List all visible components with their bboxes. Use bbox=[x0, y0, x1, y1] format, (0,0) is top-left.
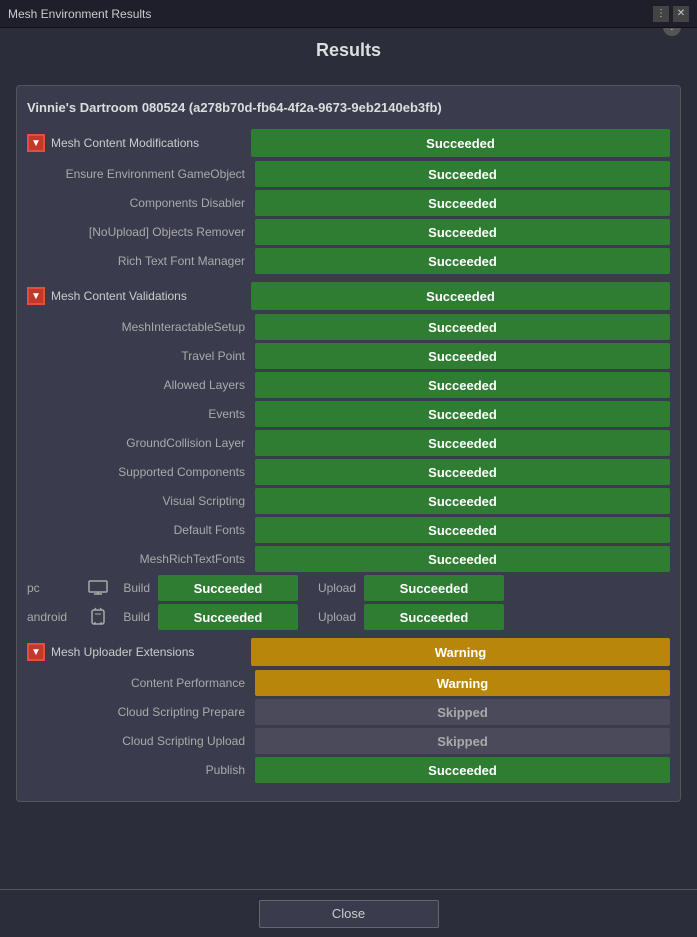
platform-row-pc: pc Build Succeeded Upload Succeeded bbox=[27, 575, 670, 601]
toggle-modifications[interactable]: ▼ bbox=[27, 134, 45, 152]
item-label: Allowed Layers bbox=[27, 378, 255, 392]
title-bar: Mesh Environment Results ⋮ ✕ bbox=[0, 0, 697, 28]
item-label: [NoUpload] Objects Remover bbox=[27, 225, 255, 239]
help-button[interactable]: ? bbox=[663, 28, 681, 36]
item-label: Ensure Environment GameObject bbox=[27, 167, 255, 181]
platform-android-upload-label: Upload bbox=[310, 610, 360, 624]
list-item: MeshRichTextFonts Succeeded bbox=[27, 546, 670, 572]
platform-android-build-label: Build bbox=[114, 610, 154, 624]
validations-label: Mesh Content Validations bbox=[51, 289, 251, 303]
item-label: Rich Text Font Manager bbox=[27, 254, 255, 268]
platform-pc-build-status: Succeeded bbox=[158, 575, 298, 601]
modifications-label: Mesh Content Modifications bbox=[51, 136, 251, 150]
platform-pc-label: pc bbox=[27, 581, 82, 595]
item-status: Succeeded bbox=[255, 190, 670, 216]
list-item: Ensure Environment GameObject Succeeded bbox=[27, 161, 670, 187]
extensions-status: Warning bbox=[251, 638, 670, 666]
title-bar-controls: ⋮ ✕ bbox=[653, 6, 689, 22]
section-header-modifications: ▼ Mesh Content Modifications Succeeded bbox=[27, 129, 670, 157]
list-item: Rich Text Font Manager Succeeded bbox=[27, 248, 670, 274]
platform-android-build-status: Succeeded bbox=[158, 604, 298, 630]
more-button[interactable]: ⋮ bbox=[653, 6, 669, 22]
list-item: Default Fonts Succeeded bbox=[27, 517, 670, 543]
close-window-button[interactable]: ✕ bbox=[673, 6, 689, 22]
list-item: Content Performance Warning bbox=[27, 670, 670, 696]
item-status: Succeeded bbox=[255, 219, 670, 245]
item-status: Succeeded bbox=[255, 488, 670, 514]
item-label: Travel Point bbox=[27, 349, 255, 363]
item-status: Succeeded bbox=[255, 343, 670, 369]
page-title: Results bbox=[316, 40, 381, 61]
list-item: Cloud Scripting Prepare Skipped bbox=[27, 699, 670, 725]
platform-row-android: android Build Succeeded Upload Succeeded bbox=[27, 604, 670, 630]
close-button[interactable]: Close bbox=[259, 900, 439, 928]
list-item: Components Disabler Succeeded bbox=[27, 190, 670, 216]
platform-pc-icon bbox=[86, 576, 110, 600]
item-status: Succeeded bbox=[255, 459, 670, 485]
list-item: Publish Succeeded bbox=[27, 757, 670, 783]
list-item: Travel Point Succeeded bbox=[27, 343, 670, 369]
title-bar-left: Mesh Environment Results bbox=[8, 7, 151, 21]
item-label: Supported Components bbox=[27, 465, 255, 479]
item-label: Default Fonts bbox=[27, 523, 255, 537]
item-status: Succeeded bbox=[255, 401, 670, 427]
platform-android-label: android bbox=[27, 610, 82, 624]
list-item: [NoUpload] Objects Remover Succeeded bbox=[27, 219, 670, 245]
content-panel: Vinnie's Dartroom 080524 (a278b70d-fb64-… bbox=[16, 85, 681, 802]
platform-android-icon bbox=[86, 605, 110, 629]
section-header-validations: ▼ Mesh Content Validations Succeeded bbox=[27, 282, 670, 310]
platform-pc-build-label: Build bbox=[114, 581, 154, 595]
list-item: GroundCollision Layer Succeeded bbox=[27, 430, 670, 456]
item-status: Succeeded bbox=[255, 757, 670, 783]
item-label: Content Performance bbox=[27, 676, 255, 690]
item-status: Skipped bbox=[255, 699, 670, 725]
section-header-extensions: ▼ Mesh Uploader Extensions Warning bbox=[27, 638, 670, 666]
section-mesh-content-validations: ▼ Mesh Content Validations Succeeded Mes… bbox=[27, 282, 670, 630]
item-label: MeshInteractableSetup bbox=[27, 320, 255, 334]
item-status: Warning bbox=[255, 670, 670, 696]
item-label: GroundCollision Layer bbox=[27, 436, 255, 450]
toggle-extensions[interactable]: ▼ bbox=[27, 643, 45, 661]
item-label: Cloud Scripting Prepare bbox=[27, 705, 255, 719]
section-mesh-uploader-extensions: ▼ Mesh Uploader Extensions Warning Conte… bbox=[27, 638, 670, 783]
list-item: MeshInteractableSetup Succeeded bbox=[27, 314, 670, 340]
item-label: Events bbox=[27, 407, 255, 421]
list-item: Events Succeeded bbox=[27, 401, 670, 427]
validations-status: Succeeded bbox=[251, 282, 670, 310]
item-status: Succeeded bbox=[255, 372, 670, 398]
section-mesh-content-modifications: ▼ Mesh Content Modifications Succeeded E… bbox=[27, 129, 670, 274]
list-item: Allowed Layers Succeeded bbox=[27, 372, 670, 398]
list-item: Visual Scripting Succeeded bbox=[27, 488, 670, 514]
item-label: Components Disabler bbox=[27, 196, 255, 210]
item-status: Succeeded bbox=[255, 517, 670, 543]
main-container: Results ? Vinnie's Dartroom 080524 (a278… bbox=[0, 28, 697, 889]
platform-pc-upload-status: Succeeded bbox=[364, 575, 504, 601]
item-status: Succeeded bbox=[255, 430, 670, 456]
window-title: Mesh Environment Results bbox=[8, 7, 151, 21]
bottom-bar: Close bbox=[0, 889, 697, 937]
item-status: Skipped bbox=[255, 728, 670, 754]
item-status: Succeeded bbox=[255, 546, 670, 572]
item-label: MeshRichTextFonts bbox=[27, 552, 255, 566]
env-name: Vinnie's Dartroom 080524 (a278b70d-fb64-… bbox=[27, 96, 670, 119]
item-label: Visual Scripting bbox=[27, 494, 255, 508]
platform-pc-upload-label: Upload bbox=[310, 581, 360, 595]
platform-android-upload-status: Succeeded bbox=[364, 604, 504, 630]
item-status: Succeeded bbox=[255, 161, 670, 187]
list-item: Supported Components Succeeded bbox=[27, 459, 670, 485]
toggle-validations[interactable]: ▼ bbox=[27, 287, 45, 305]
modifications-status: Succeeded bbox=[251, 129, 670, 157]
item-label: Publish bbox=[27, 763, 255, 777]
item-status: Succeeded bbox=[255, 314, 670, 340]
extensions-label: Mesh Uploader Extensions bbox=[51, 645, 251, 659]
item-label: Cloud Scripting Upload bbox=[27, 734, 255, 748]
item-status: Succeeded bbox=[255, 248, 670, 274]
list-item: Cloud Scripting Upload Skipped bbox=[27, 728, 670, 754]
